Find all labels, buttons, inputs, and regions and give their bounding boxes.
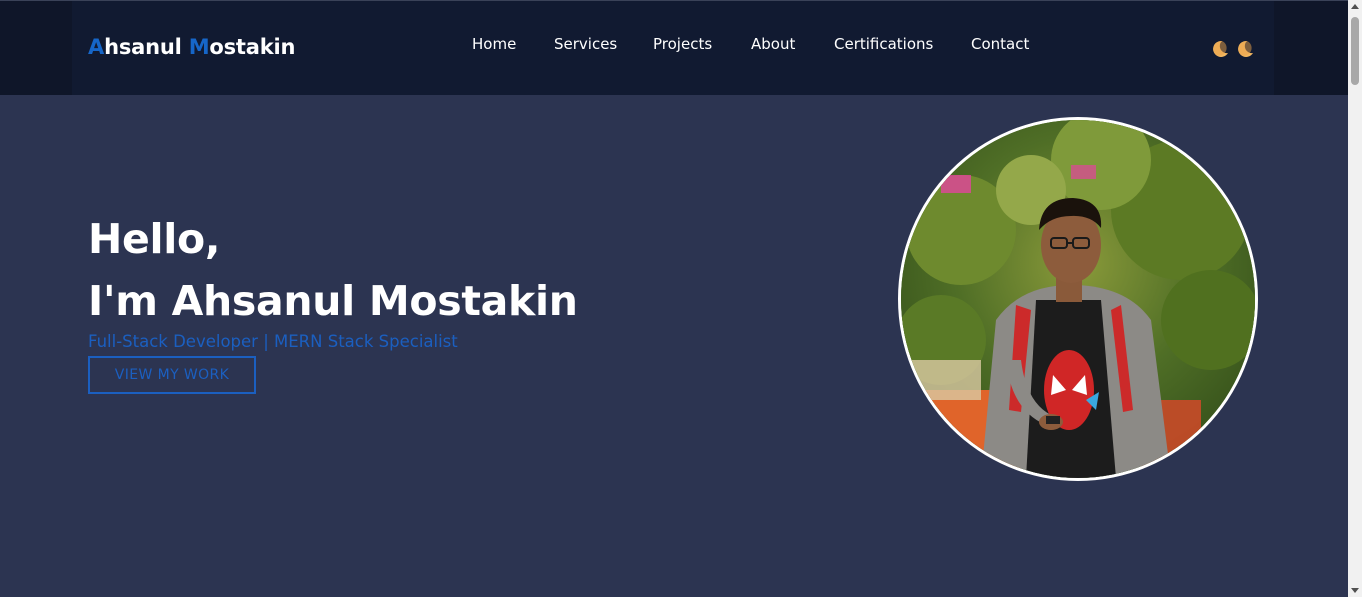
nav-link-contact[interactable]: Contact (971, 35, 1029, 53)
scrollbar-thumb[interactable] (1351, 17, 1359, 85)
page: Ahsanul Mostakin Home Services Projects … (0, 0, 1362, 597)
vertical-scrollbar[interactable] (1348, 0, 1362, 597)
view-my-work-button[interactable]: VIEW MY WORK (88, 356, 256, 394)
logo-first-name-rest: hsanul (104, 35, 189, 59)
hero-greeting: Hello, (88, 215, 221, 263)
scroll-up-arrow-icon[interactable] (1351, 4, 1359, 9)
logo-initial-second: M (188, 35, 210, 59)
nav-link-home[interactable]: Home (472, 35, 516, 53)
profile-photo-image (901, 120, 1255, 478)
site-logo[interactable]: Ahsanul Mostakin (88, 35, 295, 59)
hero-heading: Hello, I'm Ahsanul Mostakin (88, 208, 578, 332)
hero-subtitle: Full-Stack Developer | MERN Stack Specia… (88, 332, 458, 351)
profile-photo (898, 117, 1258, 481)
nav-link-services[interactable]: Services (554, 35, 617, 53)
top-navbar: Ahsanul Mostakin Home Services Projects … (0, 0, 1348, 95)
logo-initial-first: A (88, 35, 105, 59)
nav-link-about[interactable]: About (751, 35, 795, 53)
moon-icon[interactable] (1235, 39, 1255, 59)
nav-link-certifications[interactable]: Certifications (834, 35, 933, 53)
logo-last-name-rest: ostakin (209, 35, 296, 59)
nav-link-projects[interactable]: Projects (653, 35, 712, 53)
moon-icon[interactable] (1210, 39, 1230, 59)
scroll-down-arrow-icon[interactable] (1351, 588, 1359, 593)
hero-intro: I'm Ahsanul Mostakin (88, 277, 578, 325)
